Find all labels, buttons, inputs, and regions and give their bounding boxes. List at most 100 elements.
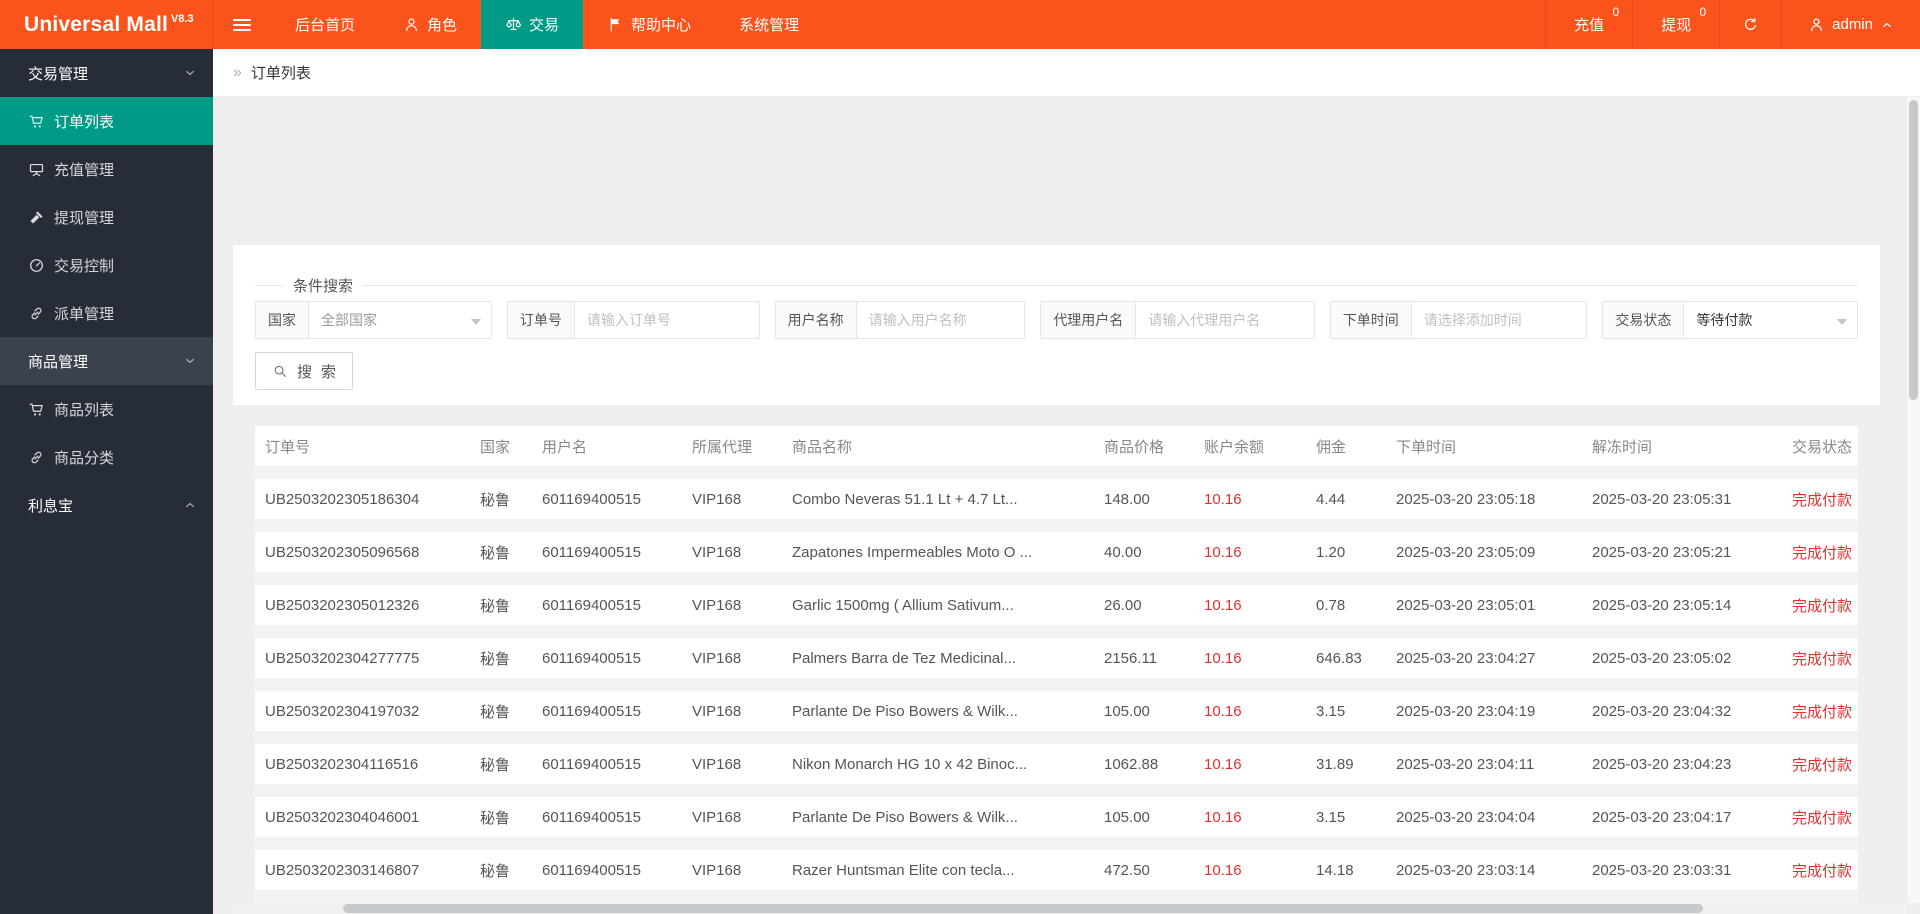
cell-unfreeze_time: 2025-03-20 23:05:14 xyxy=(1592,596,1732,614)
order-time-input[interactable] xyxy=(1411,302,1587,338)
sidebar-item-goods-management[interactable]: 商品管理 xyxy=(0,337,213,385)
cell-agent: VIP168 xyxy=(692,490,742,508)
table-row: UB2503202305096568 秘鲁 601169400515 VIP168 Za… xyxy=(255,532,1858,572)
cell-product: Combo Neveras 51.1 Lt + 4.7 Lt... xyxy=(792,490,1018,508)
sidebar-item-goods-list[interactable]: 商品列表 xyxy=(0,385,213,433)
order-no-input[interactable] xyxy=(574,302,759,338)
menu-toggle-icon[interactable] xyxy=(213,0,271,49)
cell-order_time: 2025-03-20 23:04:19 xyxy=(1396,702,1536,720)
cell-country: 秘鲁 xyxy=(480,703,511,721)
user-icon xyxy=(1808,16,1825,33)
sidebar-item-trade-management[interactable]: 交易管理 xyxy=(0,49,213,97)
cell-country: 秘鲁 xyxy=(480,650,511,668)
cell-status: 完成付款 xyxy=(1792,650,1853,668)
cell-order_no: UB2503202303146807 xyxy=(265,861,420,879)
topbar-right: 充值 0 提现 0 admin xyxy=(1545,0,1920,49)
main-panel: » 订单列表 条件搜索 国家全部国家订单号用户名称代理用户名下单时间交易状态等待… xyxy=(213,49,1920,914)
topnav-item-trade[interactable]: 交易 xyxy=(481,0,584,49)
sidebar-item-label: 商品管理 xyxy=(28,353,89,371)
cell-product: Parlante De Piso Bowers & Wilk... xyxy=(792,702,1018,720)
cell-agent: VIP168 xyxy=(692,861,742,879)
topnav-item-label: 系统管理 xyxy=(739,17,800,34)
cell-status: 完成付款 xyxy=(1792,809,1853,827)
vertical-scrollbar-thumb[interactable] xyxy=(1909,100,1918,400)
cell-balance: 10.16 xyxy=(1204,490,1242,508)
cell-balance: 10.16 xyxy=(1204,543,1242,561)
col-header-username: 用户名 xyxy=(542,438,588,456)
gauge-icon xyxy=(28,257,45,274)
vertical-scrollbar[interactable] xyxy=(1906,97,1920,903)
table-row: UB2503202304046001 秘鲁 601169400515 VIP168 Pa… xyxy=(255,797,1858,837)
cell-balance: 10.16 xyxy=(1204,861,1242,879)
cell-unfreeze_time: 2025-03-20 23:04:17 xyxy=(1592,808,1732,826)
topnav-item-label: 交易 xyxy=(529,17,560,34)
cell-order_no: UB2503202304046001 xyxy=(265,808,420,826)
recharge-button[interactable]: 充值 0 xyxy=(1545,0,1632,49)
user-menu[interactable]: admin xyxy=(1781,0,1920,49)
table-row: UB2503202304277775 秘鲁 601169400515 VIP168 Pa… xyxy=(255,638,1858,678)
table-row: UB2503202305012326 秘鲁 601169400515 VIP168 Ga… xyxy=(255,585,1858,625)
cell-price: 472.50 xyxy=(1104,861,1150,879)
cell-agent: VIP168 xyxy=(692,755,742,773)
chevron-up-icon xyxy=(183,498,197,512)
topnav-item-system[interactable]: 系统管理 xyxy=(715,0,823,49)
cell-username: 601169400515 xyxy=(542,490,641,508)
withdraw-label: 提现 xyxy=(1661,17,1692,34)
topnav-item-roles[interactable]: 角色 xyxy=(379,0,481,49)
table-row: UB2503202304116516 秘鲁 601169400515 VIP168 Ni… xyxy=(255,744,1858,784)
topnav-item-home[interactable]: 后台首页 xyxy=(271,0,379,49)
topnav-item-help-center[interactable]: 帮助中心 xyxy=(583,0,715,49)
cell-username: 601169400515 xyxy=(542,702,641,720)
cell-commission: 3.15 xyxy=(1316,702,1346,720)
recharge-badge: 0 xyxy=(1612,5,1620,19)
sidebar-item-recharge-management[interactable]: 充值管理 xyxy=(0,145,213,193)
cell-username: 601169400515 xyxy=(542,755,641,773)
sidebar-item-label: 派单管理 xyxy=(54,305,115,323)
sidebar-item-order-list[interactable]: 订单列表 xyxy=(0,97,213,145)
horizontal-scrollbar-thumb[interactable] xyxy=(343,904,1703,913)
refresh-button[interactable] xyxy=(1719,0,1781,49)
cell-product: Nikon Monarch HG 10 x 42 Binoc... xyxy=(792,755,1028,773)
cell-status: 完成付款 xyxy=(1792,544,1853,562)
cell-agent: VIP168 xyxy=(692,702,742,720)
cell-price: 105.00 xyxy=(1104,702,1150,720)
search-field-country: 国家 全部国家 xyxy=(255,301,492,339)
recharge-label: 充值 xyxy=(1574,17,1605,34)
search-field-username: 用户名称 xyxy=(774,301,1026,339)
sidebar-item-withdraw-management[interactable]: 提现管理 xyxy=(0,193,213,241)
sidebar-item-trade-control[interactable]: 交易控制 xyxy=(0,241,213,289)
cell-status: 完成付款 xyxy=(1792,862,1853,880)
username: admin xyxy=(1832,16,1873,33)
sidebar-item-dispatch-management[interactable]: 派单管理 xyxy=(0,289,213,337)
table-row: UB2503202303146807 秘鲁 601169400515 VIP168 Ra… xyxy=(255,850,1858,890)
cell-order_time: 2025-03-20 23:04:11 xyxy=(1396,755,1535,773)
cell-username: 601169400515 xyxy=(542,649,641,667)
col-header-agent: 所属代理 xyxy=(692,438,753,456)
country-select[interactable]: 全部国家 xyxy=(309,302,491,338)
horizontal-scrollbar[interactable] xyxy=(233,903,1906,914)
withdraw-button[interactable]: 提现 0 xyxy=(1632,0,1719,49)
topnav-item-label: 后台首页 xyxy=(295,17,356,34)
chevron-up-icon xyxy=(1880,18,1894,32)
topbar: Universal Mall V8.3 后台首页 角色 交易 帮助中心 系统管理 充值 … xyxy=(0,0,1920,49)
username-input[interactable] xyxy=(856,302,1025,338)
link-icon xyxy=(28,305,45,322)
cell-status: 完成付款 xyxy=(1792,756,1853,774)
search-fields: 国家全部国家订单号用户名称代理用户名下单时间交易状态等待付款 xyxy=(255,301,1858,339)
col-header-commission: 佣金 xyxy=(1316,438,1347,456)
cell-balance: 10.16 xyxy=(1204,808,1242,826)
sidebar-item-goods-category[interactable]: 商品分类 xyxy=(0,433,213,481)
table-row: UB2503202304197032 秘鲁 601169400515 VIP168 Pa… xyxy=(255,691,1858,731)
cell-status: 完成付款 xyxy=(1792,491,1853,509)
cell-order_time: 2025-03-20 23:04:27 xyxy=(1396,649,1536,667)
search-button[interactable]: 搜索 xyxy=(255,352,354,390)
board-icon xyxy=(28,161,45,178)
cell-order_no: UB2503202304277775 xyxy=(265,649,420,667)
sidebar-item-interest-treasure[interactable]: 利息宝 xyxy=(0,481,213,529)
refresh-icon xyxy=(1742,16,1759,33)
agent-username-input[interactable] xyxy=(1136,302,1314,338)
cell-unfreeze_time: 2025-03-20 23:04:23 xyxy=(1592,755,1732,773)
table-row: UB2503202305186304 秘鲁 601169400515 VIP168 Co… xyxy=(255,479,1858,519)
trade-status-select[interactable]: 等待付款 xyxy=(1684,302,1857,338)
cell-balance: 10.16 xyxy=(1204,702,1242,720)
